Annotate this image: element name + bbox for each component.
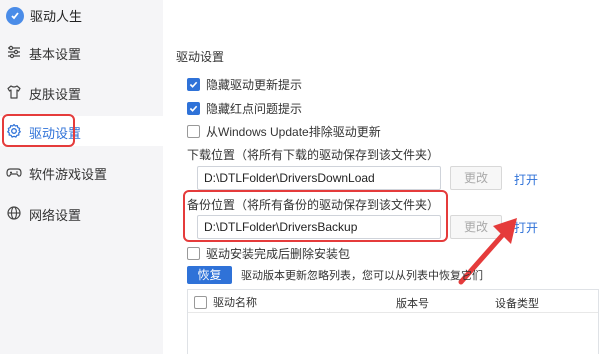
app-title: 驱动人生 <box>6 6 82 25</box>
sidebar-item-label: 软件游戏设置 <box>29 167 108 182</box>
sidebar-item-basic[interactable]: 基本设置 <box>0 37 163 67</box>
checkbox-checked[interactable] <box>187 78 200 91</box>
checkbox-unchecked[interactable] <box>187 247 200 260</box>
column-header-device-type: 设备类型 <box>495 298 539 310</box>
checkbox-unchecked[interactable] <box>187 125 200 138</box>
restore-button[interactable]: 恢复 <box>187 266 232 284</box>
column-header-driver-name: 驱动名称 <box>213 297 257 309</box>
table-header-select-all[interactable]: 驱动名称 <box>194 294 257 310</box>
gamepad-icon <box>6 164 22 180</box>
sidebar: 驱动人生 基本设置 皮肤设置 驱动设置 软件游戏设置 网络设置 <box>0 0 163 354</box>
download-change-button[interactable]: 更改 <box>450 166 502 190</box>
download-open-link[interactable]: 打开 <box>514 171 538 188</box>
download-location-label: 下载位置（将所有下载的驱动保存到该文件夹） <box>187 148 440 162</box>
restore-description: 驱动版本更新忽略列表，您可以从列表中恢复它们 <box>241 270 483 282</box>
sidebar-item-network[interactable]: 网络设置 <box>0 198 163 228</box>
sliders-icon <box>6 44 22 60</box>
option-exclude-windows-update[interactable]: 从Windows Update排除驱动更新 <box>187 123 381 140</box>
highlight-box-backup-location <box>183 190 448 242</box>
shirt-icon <box>6 84 22 100</box>
table-header-divider <box>188 312 598 313</box>
sidebar-item-skin[interactable]: 皮肤设置 <box>0 77 163 107</box>
app-logo-icon <box>6 6 24 25</box>
column-header-version: 版本号 <box>396 298 429 310</box>
sidebar-item-label: 网络设置 <box>29 208 82 223</box>
app-title-text: 驱动人生 <box>30 9 83 24</box>
option-label: 隐藏红点问题提示 <box>206 102 303 116</box>
option-label: 从Windows Update排除驱动更新 <box>206 125 381 139</box>
option-label: 驱动安装完成后删除安装包 <box>206 247 351 261</box>
option-hide-red-dot[interactable]: 隐藏红点问题提示 <box>187 100 302 117</box>
highlight-box-driver-settings <box>2 114 75 147</box>
option-label: 隐藏驱动更新提示 <box>206 78 303 92</box>
checkbox-checked[interactable] <box>187 102 200 115</box>
sidebar-item-label: 基本设置 <box>29 47 82 62</box>
download-path-field[interactable]: D:\DTLFolder\DriversDownLoad <box>197 166 441 190</box>
sidebar-item-software-games[interactable]: 软件游戏设置 <box>0 157 163 187</box>
option-delete-after-install[interactable]: 驱动安装完成后删除安装包 <box>187 245 350 262</box>
option-hide-driver-update[interactable]: 隐藏驱动更新提示 <box>187 76 302 93</box>
checkbox-unchecked[interactable] <box>194 295 207 309</box>
sidebar-item-label: 皮肤设置 <box>29 87 82 102</box>
section-title: 驱动设置 <box>176 50 225 64</box>
globe-icon <box>6 205 22 221</box>
